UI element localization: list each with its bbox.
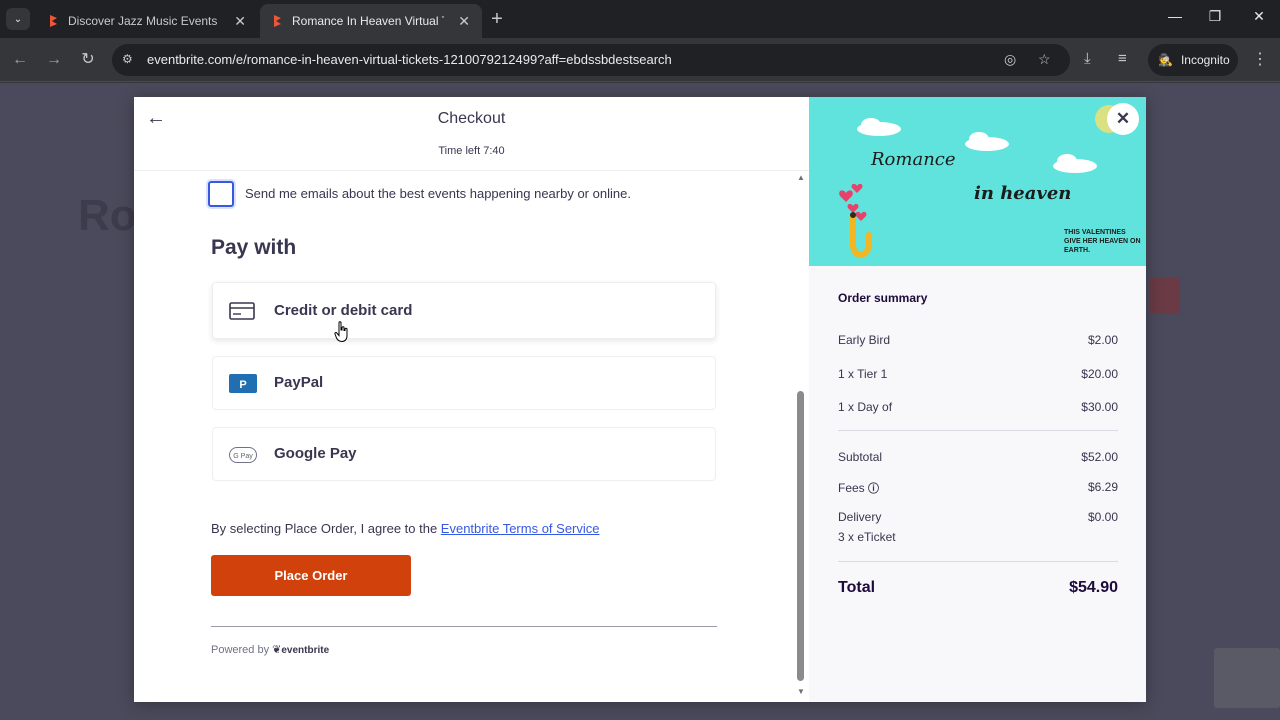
delivery-value: $0.00 (1087, 510, 1118, 524)
eventbrite-favicon-icon (50, 15, 57, 27)
forward-icon[interactable]: → (43, 49, 65, 71)
incognito-icon: 🕵 (1158, 53, 1173, 67)
order-summary-title: Order summary (838, 291, 928, 305)
tab-title: Discover Jazz Music Events & A (68, 14, 220, 28)
fees-row: Fees ⓘ $6.29 (838, 480, 1118, 496)
line-item-label: 1 x Tier 1 (838, 367, 888, 381)
svg-text:P: P (239, 379, 246, 391)
powered-by: Powered by ❦eventbrite (211, 643, 329, 656)
delivery-label: Delivery (838, 510, 882, 524)
eventbrite-logo-icon: ❦ (272, 644, 282, 656)
terms-of-service-link[interactable]: Eventbrite Terms of Service (441, 521, 600, 536)
incognito-badge[interactable]: 🕵 Incognito (1148, 44, 1238, 76)
footer-divider (211, 626, 717, 627)
event-banner: Romance in heaven THIS VALENTINES GIVE H… (809, 97, 1146, 266)
line-item-value: $30.00 (1081, 400, 1118, 414)
window-close-icon[interactable]: ✕ (1244, 8, 1274, 25)
eventbrite-favicon-icon (274, 15, 281, 27)
order-summary-panel: Romance in heaven THIS VALENTINES GIVE H… (809, 97, 1146, 702)
browser-menu-icon[interactable]: ⋮ (1252, 49, 1268, 69)
recaptcha-badge (1214, 648, 1280, 708)
delivery-detail: 3 x eTicket (838, 530, 896, 544)
back-icon[interactable]: ← (9, 49, 31, 71)
new-tab-button[interactable]: + (486, 8, 508, 30)
summary-line-item: 1 x Tier 1 $20.00 (838, 367, 1118, 381)
banner-title-line2: in heaven (974, 183, 1072, 204)
browser-toolbar: ← → ↻ ⚙ eventbrite.com/e/romance-in-heav… (0, 38, 1280, 82)
line-item-label: Early Bird (838, 333, 891, 347)
tracking-eye-off-icon[interactable]: ◎ (1004, 51, 1016, 68)
svg-text:G Pay: G Pay (233, 453, 253, 460)
bookmark-star-icon[interactable]: ☆ (1038, 51, 1051, 68)
powered-by-label: Powered by (211, 644, 270, 656)
close-icon[interactable]: ✕ (458, 13, 470, 30)
address-bar[interactable]: ⚙ eventbrite.com/e/romance-in-heaven-vir… (112, 44, 1070, 76)
summary-line-item: 1 x Day of $30.00 (838, 400, 1118, 414)
total-label: Total (838, 579, 876, 596)
download-icon[interactable]: ⤓ (1084, 50, 1091, 67)
summary-line-item: Early Bird $2.00 (838, 333, 1118, 347)
summary-divider (838, 561, 1118, 562)
checkout-modal: ← Checkout Time left 7:40 Send me emails… (134, 97, 1146, 702)
checkout-form-panel: ← Checkout Time left 7:40 Send me emails… (134, 97, 809, 702)
credit-card-icon (229, 302, 255, 320)
restore-icon[interactable]: ❐ (1200, 8, 1230, 25)
line-item-label: 1 x Day of (838, 400, 893, 414)
reload-icon[interactable]: ↻ (77, 49, 99, 71)
google-pay-icon: G Pay (229, 447, 257, 463)
site-info-icon[interactable]: ⚙ (122, 52, 133, 66)
eventbrite-logo: eventbrite (281, 645, 330, 656)
paypal-icon: P (229, 374, 257, 393)
scroll-down-icon[interactable]: ▼ (797, 687, 805, 696)
pay-option-label: PayPal (274, 374, 324, 391)
tab-discover-jazz[interactable]: Discover Jazz Music Events & A ✕ (36, 4, 258, 38)
close-icon[interactable]: ✕ (234, 13, 246, 30)
media-control-icon[interactable]: ≡ (1118, 50, 1127, 67)
email-opt-in-label[interactable]: Send me emails about the best events hap… (245, 186, 631, 201)
pay-option-label: Google Pay (274, 445, 357, 462)
checkout-title: Checkout (437, 110, 506, 127)
summary-divider (838, 430, 1118, 431)
delivery-detail-row: 3 x eTicket (838, 530, 1118, 544)
tab-strip: ⌄ Discover Jazz Music Events & A ✕ Roman… (0, 0, 1280, 38)
line-item-value: $20.00 (1081, 367, 1118, 381)
terms-prefix: By selecting Place Order, I agree to the (211, 521, 441, 536)
tab-romance-in-heaven[interactable]: Romance In Heaven Virtual Tick ✕ (260, 4, 482, 38)
pay-option-paypal[interactable]: P PayPal (212, 356, 716, 410)
scrollbar[interactable]: ▲ ▼ (794, 173, 808, 698)
email-opt-in-checkbox[interactable] (208, 181, 234, 207)
fees-label: Fees (838, 481, 865, 495)
info-icon[interactable]: ⓘ (868, 483, 879, 495)
banner-tagline: THIS VALENTINES GIVE HER HEAVEN ON EARTH… (1064, 229, 1141, 254)
subtotal-label: Subtotal (838, 450, 883, 464)
background-button (1150, 278, 1180, 314)
pay-option-google-pay[interactable]: G Pay Google Pay (212, 427, 716, 481)
scrollbar-thumb[interactable] (797, 391, 804, 681)
hand-cursor-icon (334, 321, 348, 343)
subtotal-row: Subtotal $52.00 (838, 450, 1118, 464)
tab-search-button[interactable]: ⌄ (6, 8, 30, 30)
pay-with-heading: Pay with (211, 236, 297, 259)
pay-option-label: Credit or debit card (274, 302, 413, 319)
banner-title-line1: Romance (871, 149, 956, 170)
pay-option-credit-card[interactable]: Credit or debit card (212, 282, 716, 339)
delivery-row: Delivery $0.00 (838, 510, 1118, 524)
place-order-button[interactable]: Place Order (211, 555, 411, 596)
time-left: Time left 7:40 (438, 145, 505, 157)
scroll-up-icon[interactable]: ▲ (797, 173, 805, 182)
fees-value: $6.29 (1087, 480, 1118, 494)
checkout-header: ← Checkout Time left 7:40 (134, 97, 809, 171)
close-modal-icon[interactable]: ✕ (1107, 103, 1139, 135)
incognito-label: Incognito (1180, 53, 1230, 67)
tab-title: Romance In Heaven Virtual Tick (292, 14, 444, 28)
terms-text: By selecting Place Order, I agree to the… (211, 521, 600, 536)
total-value: $54.90 (1069, 579, 1118, 596)
subtotal-value: $52.00 (1081, 450, 1118, 464)
line-item-value: $2.00 (1087, 333, 1118, 347)
background-event-title: Ro (78, 191, 137, 240)
minimize-icon[interactable]: — (1160, 8, 1190, 24)
url-text[interactable]: eventbrite.com/e/romance-in-heaven-virtu… (147, 52, 672, 67)
